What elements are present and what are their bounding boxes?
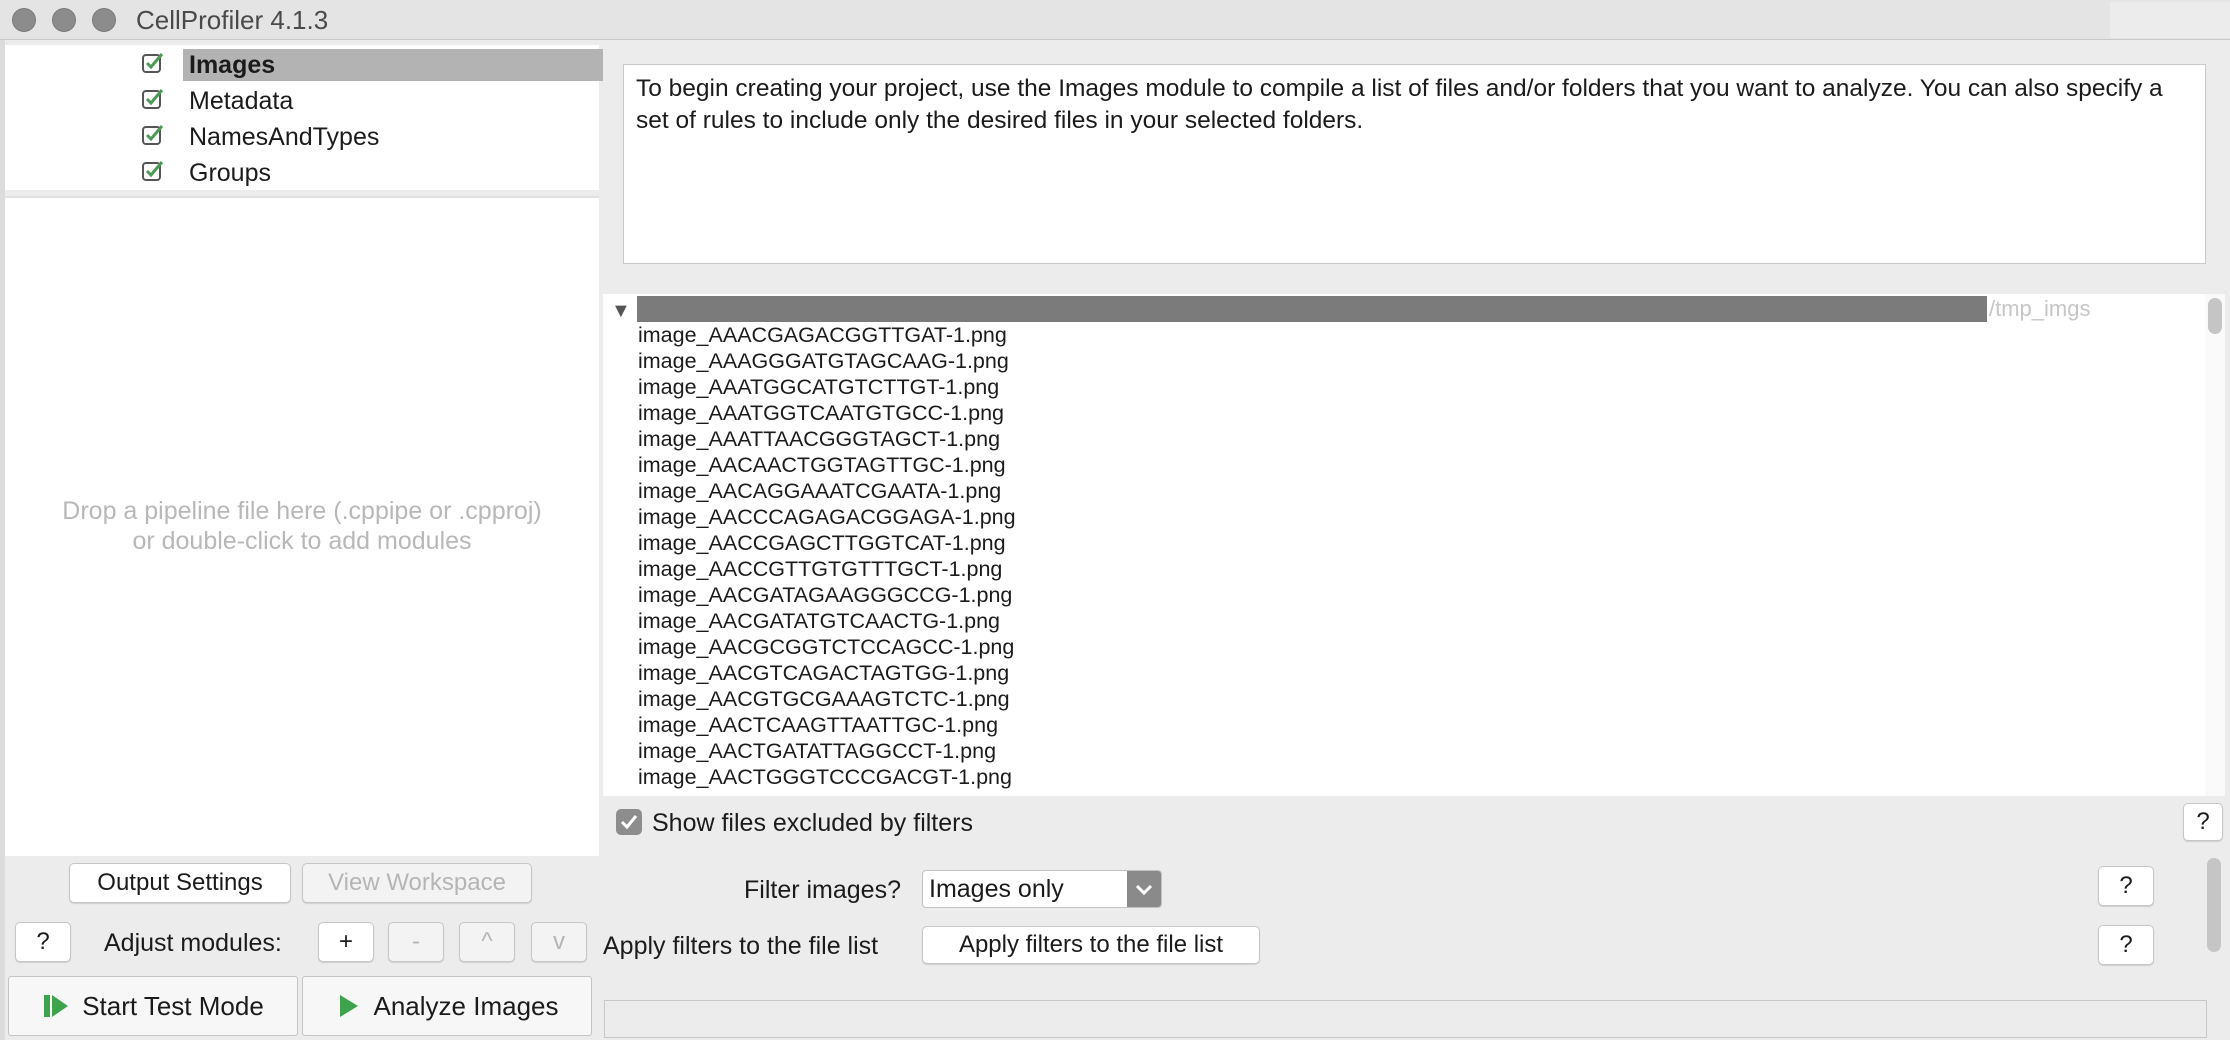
move-up-button[interactable]: ^ bbox=[459, 922, 515, 962]
add-module-button[interactable]: + bbox=[318, 922, 374, 962]
status-bar bbox=[604, 1000, 2207, 1038]
pipeline-help-button[interactable]: ? bbox=[15, 922, 71, 962]
analyze-images-label: Analyze Images bbox=[373, 990, 559, 1021]
remove-module-button[interactable]: - bbox=[388, 922, 444, 962]
chevron-down-icon[interactable] bbox=[1127, 871, 1161, 907]
enabled-check-icon[interactable] bbox=[141, 159, 165, 183]
analyze-images-button[interactable]: Analyze Images bbox=[302, 976, 592, 1036]
enabled-check-icon[interactable] bbox=[141, 51, 165, 75]
module-label: NamesAndTypes bbox=[189, 123, 380, 151]
filter-help-button[interactable]: ? bbox=[2098, 866, 2154, 906]
file-list-item[interactable]: image_AAATTAACGGGTAGCT-1.png bbox=[638, 426, 1000, 452]
settings-scrollbar[interactable] bbox=[2203, 856, 2225, 992]
title-bar-end bbox=[2110, 2, 2230, 38]
module-help-text: To begin creating your project, use the … bbox=[623, 64, 2206, 264]
drop-hint-line-1: Drop a pipeline file here (.cppipe or .c… bbox=[62, 497, 542, 525]
drop-hint-line-2: or double-click to add modules bbox=[132, 527, 472, 555]
pipeline-drop-area[interactable]: Drop a pipeline file here (.cppipe or .c… bbox=[5, 196, 599, 856]
zoom-window-button[interactable] bbox=[92, 8, 116, 32]
close-window-button[interactable] bbox=[12, 8, 36, 32]
adjust-modules-label: Adjust modules: bbox=[104, 929, 282, 957]
file-list-item[interactable]: image_AACGTGCGAAAGTCTC-1.png bbox=[638, 686, 1010, 712]
file-list-item[interactable]: image_AACGCGGTCTCCAGCC-1.png bbox=[638, 634, 1014, 660]
file-list-item[interactable]: image_AACAACTGGTAGTTGC-1.png bbox=[638, 452, 1006, 478]
checkmark-icon bbox=[620, 815, 638, 830]
output-settings-button[interactable]: Output Settings bbox=[69, 863, 291, 903]
filter-images-select[interactable]: Images only bbox=[922, 870, 1162, 908]
module-item-images[interactable]: Images bbox=[5, 47, 603, 83]
file-list-item[interactable]: image_AACTGATATTAGGCCT-1.png bbox=[638, 738, 996, 764]
collapse-triangle-icon[interactable]: ▼ bbox=[611, 300, 631, 323]
module-label: Metadata bbox=[189, 87, 294, 115]
play-icon bbox=[339, 995, 358, 1017]
folder-name: /tmp_imgs bbox=[1989, 296, 2091, 321]
module-item-metadata[interactable]: Metadata bbox=[5, 83, 599, 119]
start-test-mode-label: Start Test Mode bbox=[82, 990, 264, 1021]
file-list[interactable]: ▼ /tmp_imgs image_AAACGAGACGGTTGAT-1.png… bbox=[603, 294, 2205, 796]
enabled-check-icon[interactable] bbox=[141, 87, 165, 111]
file-list-item[interactable]: image_AACGTCAGACTAGTGG-1.png bbox=[638, 660, 1009, 686]
window-title: CellProfiler 4.1.3 bbox=[136, 5, 329, 35]
apply-filters-label: Apply filters to the file list bbox=[603, 932, 879, 960]
show-excluded-label: Show files excluded by filters bbox=[652, 809, 973, 837]
file-list-item[interactable]: image_AACCCAGAGACGGAGA-1.png bbox=[638, 504, 1016, 530]
start-test-mode-button[interactable]: Start Test Mode bbox=[8, 976, 298, 1036]
file-list-item[interactable]: image_AAAGGGATGTAGCAAG-1.png bbox=[638, 348, 1009, 374]
apply-filters-help-button[interactable]: ? bbox=[2098, 925, 2154, 965]
scrollbar-thumb[interactable] bbox=[2208, 298, 2222, 334]
file-list-item[interactable]: image_AACCGTTGTGTTTGCT-1.png bbox=[638, 556, 1002, 582]
file-list-item[interactable]: image_AAACGAGACGGTTGAT-1.png bbox=[638, 322, 1007, 348]
file-list-scrollbar[interactable] bbox=[2205, 294, 2225, 796]
file-list-item[interactable]: image_AAATGGTCAATGTGCC-1.png bbox=[638, 400, 1004, 426]
minimize-window-button[interactable] bbox=[52, 8, 76, 32]
module-label: Images bbox=[183, 49, 603, 81]
file-list-item[interactable]: image_AACTCAAGTTAATTGC-1.png bbox=[638, 712, 998, 738]
file-list-item[interactable]: image_AACAGGAAATCGAATA-1.png bbox=[638, 478, 1001, 504]
scrollbar-thumb[interactable] bbox=[2207, 858, 2221, 952]
file-list-item[interactable]: image_AACTGGGTCCCGACGT-1.png bbox=[638, 764, 1012, 790]
file-list-item[interactable]: image_AACCGAGCTTGGTCAT-1.png bbox=[638, 530, 1006, 556]
file-list-item[interactable]: image_AAATGGCATGTCTTGT-1.png bbox=[638, 374, 999, 400]
title-bar: CellProfiler 4.1.3 bbox=[0, 0, 2230, 40]
move-down-button[interactable]: v bbox=[531, 922, 587, 962]
module-label: Groups bbox=[189, 159, 271, 187]
module-list: Images Metadata NamesAndTypes Groups bbox=[5, 45, 603, 191]
file-list-item[interactable]: image_AACGATAGAAGGGCCG-1.png bbox=[638, 582, 1012, 608]
show-excluded-checkbox[interactable] bbox=[616, 809, 642, 835]
view-workspace-button[interactable]: View Workspace bbox=[302, 863, 532, 903]
show-excluded-help-button[interactable]: ? bbox=[2183, 803, 2223, 841]
file-list-item[interactable]: image_AACGATATGTCAACTG-1.png bbox=[638, 608, 1000, 634]
apply-filters-button[interactable]: Apply filters to the file list bbox=[922, 926, 1260, 964]
folder-path-redacted bbox=[637, 296, 1987, 322]
module-item-groups[interactable]: Groups bbox=[5, 155, 599, 191]
module-item-namesandtypes[interactable]: NamesAndTypes bbox=[5, 119, 599, 155]
filter-images-value: Images only bbox=[929, 875, 1064, 903]
test-mode-icon bbox=[44, 995, 69, 1017]
enabled-check-icon[interactable] bbox=[141, 123, 165, 147]
drop-hint: Drop a pipeline file here (.cppipe or .c… bbox=[5, 496, 599, 556]
filter-images-label: Filter images? bbox=[744, 876, 901, 904]
